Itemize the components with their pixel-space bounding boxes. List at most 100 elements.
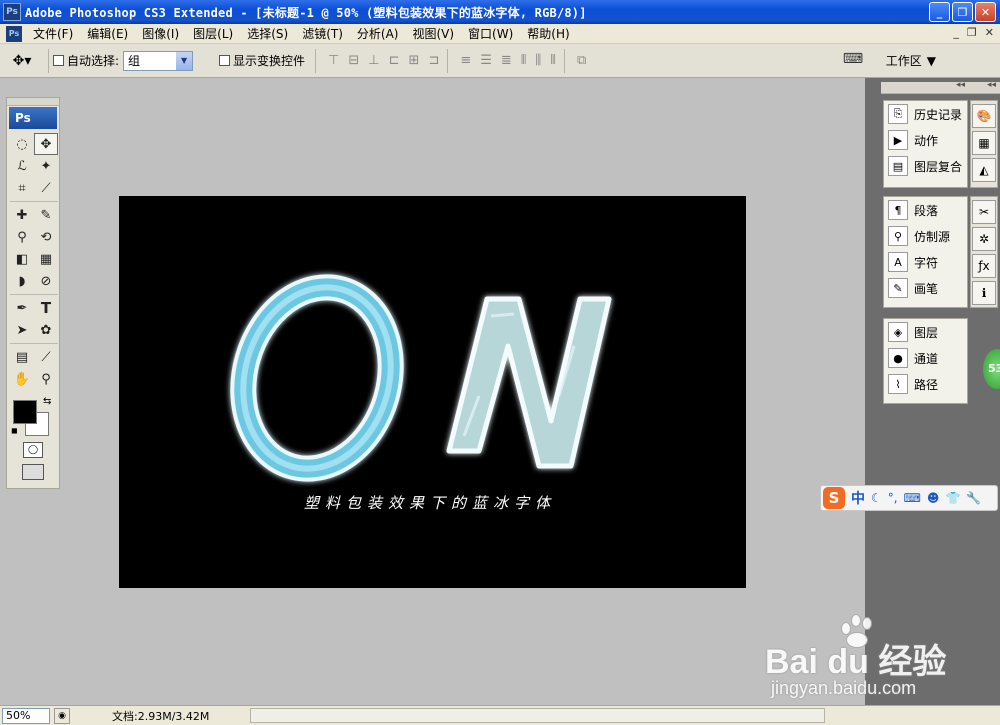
swap-colors-icon[interactable]: ⇆ bbox=[43, 396, 51, 407]
screen-mode-icon[interactable] bbox=[22, 464, 44, 480]
menu-select[interactable]: 选择(S) bbox=[240, 25, 295, 42]
moon-icon[interactable]: ☾ bbox=[871, 491, 882, 505]
minimize-button[interactable]: _ bbox=[929, 2, 950, 22]
zoom-field[interactable]: 50% bbox=[2, 707, 50, 724]
align-left-icon[interactable]: ⊏ bbox=[389, 53, 400, 68]
hand-tool-icon[interactable]: ✋ bbox=[10, 368, 34, 390]
user-icon[interactable]: ☻ bbox=[927, 491, 940, 505]
horizontal-scrollbar[interactable] bbox=[250, 708, 825, 723]
dock-header-left[interactable]: ◂◂ bbox=[881, 80, 969, 94]
info-panel-icon[interactable]: ℹ bbox=[972, 281, 996, 305]
slice-tool-icon[interactable]: ⟋ bbox=[34, 177, 58, 199]
brush-tool-icon[interactable]: ✎ bbox=[34, 204, 58, 226]
default-colors-icon[interactable]: ◼ bbox=[11, 426, 18, 435]
eraser-tool-icon[interactable]: ◧ bbox=[10, 248, 34, 270]
status-icon[interactable]: ◉ bbox=[54, 707, 70, 724]
distribute-vcenter-icon[interactable]: ☰ bbox=[480, 53, 492, 68]
doc-minimize-icon[interactable]: _ bbox=[953, 26, 959, 39]
ime-mode[interactable]: 中 bbox=[851, 488, 865, 508]
menu-image[interactable]: 图像(I) bbox=[135, 25, 186, 42]
punctuation-icon[interactable]: °, bbox=[888, 491, 898, 505]
crop-tool-icon[interactable]: ⌗ bbox=[10, 177, 34, 199]
collapse-arrows-icon[interactable]: ◂◂ bbox=[956, 80, 965, 90]
history-brush-tool-icon[interactable]: ⟲ bbox=[34, 226, 58, 248]
restore-button[interactable]: ❐ bbox=[952, 2, 973, 22]
zoom-tool-icon[interactable]: ⚲ bbox=[34, 368, 58, 390]
chevron-down-icon[interactable]: ▼ bbox=[176, 51, 193, 70]
panel-layers[interactable]: ◈ 图层 bbox=[884, 319, 967, 345]
panel-brushes[interactable]: ✎ 画笔 bbox=[884, 275, 967, 301]
path-selection-tool-icon[interactable]: ➤ bbox=[10, 319, 34, 341]
show-transform-checkbox[interactable]: 显示变换控件 bbox=[219, 52, 305, 69]
eyedropper-tool-icon[interactable]: ⟋ bbox=[34, 346, 58, 368]
distribute-top-icon[interactable]: ≡ bbox=[460, 53, 471, 68]
panel-actions[interactable]: ▶ 动作 bbox=[884, 127, 967, 153]
menu-edit[interactable]: 编辑(E) bbox=[80, 25, 135, 42]
styles-panel-icon[interactable]: ◭ bbox=[972, 158, 996, 182]
collapse-arrows-icon[interactable]: ◂◂ bbox=[987, 80, 996, 90]
foreground-color-swatch[interactable] bbox=[13, 400, 37, 424]
align-hcenter-icon[interactable]: ⊞ bbox=[409, 53, 420, 68]
wrench-icon[interactable]: 🔧 bbox=[966, 491, 981, 505]
dock-header-right[interactable]: ◂◂ bbox=[969, 80, 1000, 94]
align-bottom-icon[interactable]: ⊥ bbox=[368, 53, 379, 68]
brushes-palette-icon[interactable]: ⌨ bbox=[842, 51, 864, 71]
lasso-tool-icon[interactable]: ℒ bbox=[10, 155, 34, 177]
type-tool-icon[interactable]: T bbox=[34, 297, 58, 319]
panel-channels[interactable]: ● 通道 bbox=[884, 345, 967, 371]
swatches-panel-icon[interactable]: ▦ bbox=[972, 131, 996, 155]
ps-badge[interactable]: Ps bbox=[9, 107, 57, 129]
dodge-tool-icon[interactable]: ⊘ bbox=[34, 270, 58, 292]
photoshop-app-icon[interactable]: Ps bbox=[3, 3, 21, 21]
sogou-logo-icon[interactable]: S bbox=[823, 487, 845, 509]
menu-view[interactable]: 视图(V) bbox=[405, 25, 461, 42]
auto-select-dropdown[interactable]: 组 ▼ bbox=[123, 50, 194, 71]
workspace-menu[interactable]: 工作区 ▼ bbox=[886, 52, 936, 69]
align-right-icon[interactable]: ⊐ bbox=[428, 53, 439, 68]
close-button[interactable]: ✕ bbox=[975, 2, 996, 22]
clone-stamp-tool-icon[interactable]: ⚲ bbox=[10, 226, 34, 248]
healing-brush-tool-icon[interactable]: ✚ bbox=[10, 204, 34, 226]
panel-clone-source[interactable]: ⚲ 仿制源 bbox=[884, 223, 967, 249]
move-tool-preset-icon[interactable]: ✥▾ bbox=[0, 53, 44, 69]
magic-wand-tool-icon[interactable]: ✦ bbox=[34, 155, 58, 177]
pen-tool-icon[interactable]: ✒ bbox=[10, 297, 34, 319]
navigator-panel-icon[interactable]: ✲ bbox=[972, 227, 996, 251]
quick-mask-icon[interactable]: ◯ bbox=[23, 442, 43, 458]
menu-filter[interactable]: 滤镜(T) bbox=[295, 25, 350, 42]
histogram-panel-icon[interactable]: ƒx bbox=[972, 254, 996, 278]
move-tool-icon[interactable]: ✥ bbox=[34, 133, 58, 155]
doc-close-icon[interactable]: ✕ bbox=[985, 26, 994, 39]
panel-paths[interactable]: ⌇ 路径 bbox=[884, 371, 967, 397]
menu-file[interactable]: 文件(F) bbox=[26, 25, 80, 42]
toolbox-grip[interactable] bbox=[7, 98, 59, 106]
checkbox-icon[interactable] bbox=[219, 55, 231, 66]
align-top-icon[interactable]: ⊤ bbox=[328, 53, 339, 68]
tool-presets-panel-icon[interactable]: ✂ bbox=[972, 200, 996, 224]
distribute-left-icon[interactable]: ⫴ bbox=[521, 53, 526, 68]
shape-tool-icon[interactable]: ✿ bbox=[34, 319, 58, 341]
menu-layer[interactable]: 图层(L) bbox=[186, 25, 240, 42]
color-panel-icon[interactable]: 🎨 bbox=[972, 104, 996, 128]
doc-restore-icon[interactable]: ❐ bbox=[967, 26, 977, 39]
menu-window[interactable]: 窗口(W) bbox=[461, 25, 520, 42]
menu-help[interactable]: 帮助(H) bbox=[520, 25, 576, 42]
menu-analysis[interactable]: 分析(A) bbox=[350, 25, 406, 42]
distribute-right-icon[interactable]: ⦀ bbox=[550, 53, 556, 68]
document-canvas[interactable]: 塑料包装效果下的蓝冰字体 bbox=[119, 196, 746, 588]
gradient-tool-icon[interactable]: ▦ bbox=[34, 248, 58, 270]
panel-paragraph[interactable]: ¶ 段落 bbox=[884, 197, 967, 223]
checkbox-icon[interactable] bbox=[53, 55, 64, 66]
panel-character[interactable]: A 字符 bbox=[884, 249, 967, 275]
auto-align-layers-icon[interactable]: ⧉ bbox=[577, 53, 586, 68]
blur-tool-icon[interactable]: ◗ bbox=[10, 270, 34, 292]
align-vcenter-icon[interactable]: ⊟ bbox=[348, 53, 359, 68]
distribute-hcenter-icon[interactable]: ⫼ bbox=[535, 53, 541, 68]
panel-layer-comps[interactable]: ▤ 图层复合 bbox=[884, 153, 967, 179]
marquee-tool-icon[interactable]: ◌ bbox=[10, 133, 34, 155]
document-icon[interactable]: Ps bbox=[6, 25, 22, 42]
auto-select-checkbox[interactable]: 自动选择: bbox=[53, 52, 119, 69]
keyboard-icon[interactable]: ⌨ bbox=[904, 491, 921, 505]
distribute-bottom-icon[interactable]: ≣ bbox=[501, 53, 512, 68]
panel-history[interactable]: ⎘ 历史记录 bbox=[884, 101, 967, 127]
